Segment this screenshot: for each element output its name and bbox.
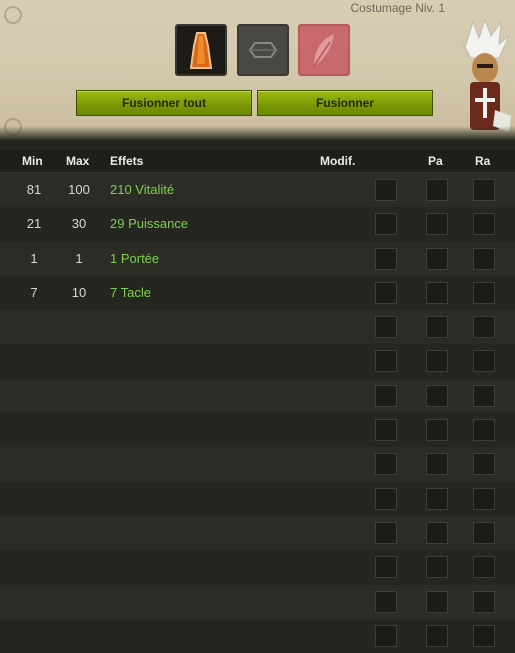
effect-row	[0, 515, 515, 551]
effect-row	[0, 344, 515, 379]
column-min: Min	[22, 154, 43, 168]
effect-value: 7 Tacle	[110, 284, 151, 300]
ra-checkbox[interactable]	[473, 179, 495, 201]
modif-checkbox[interactable]	[375, 556, 397, 579]
pa-checkbox[interactable]	[426, 521, 448, 544]
ra-checkbox[interactable]	[473, 281, 495, 304]
modif-checkbox[interactable]	[375, 419, 397, 442]
rune-octagon-icon	[248, 42, 278, 58]
ra-checkbox[interactable]	[473, 453, 495, 476]
ra-checkbox[interactable]	[473, 590, 495, 613]
min-value: 1	[30, 250, 38, 266]
effects-table: Min Max Effets Modif. Pa Ra 81 100 210 Vit…	[0, 150, 515, 653]
effect-row	[0, 310, 515, 345]
effect-value: 210 Vitalité	[110, 182, 175, 197]
pa-checkbox[interactable]	[426, 487, 448, 510]
pa-checkbox[interactable]	[426, 281, 448, 304]
item-slot-cape[interactable]	[175, 24, 227, 76]
rune-slot-empty[interactable]	[237, 24, 289, 76]
pa-checkbox[interactable]	[426, 419, 448, 442]
modif-checkbox[interactable]	[375, 487, 397, 510]
column-ra: Ra	[475, 154, 491, 168]
effect-value: 29 Puissance	[110, 216, 189, 232]
crafting-header-panel: Costumage Niv. 1 Fusionner tout Fusionne…	[0, 0, 515, 140]
effect-row: 1 1 1 Portée	[0, 241, 515, 276]
ra-checkbox[interactable]	[473, 487, 495, 510]
ornament-corner-icon	[4, 118, 22, 136]
profession-title: Costumage Niv. 1	[350, 1, 445, 15]
effect-row	[0, 481, 515, 516]
ra-checkbox[interactable]	[473, 247, 495, 270]
modif-checkbox[interactable]	[375, 350, 397, 373]
modif-checkbox[interactable]	[375, 384, 397, 407]
modif-checkbox[interactable]	[375, 453, 397, 476]
pa-checkbox[interactable]	[426, 556, 448, 579]
ra-checkbox[interactable]	[473, 521, 495, 544]
effects-table-header: Min Max Effets Modif. Pa Ra	[0, 150, 515, 173]
min-value: 21	[26, 216, 42, 232]
pa-checkbox[interactable]	[426, 384, 448, 407]
max-value: 100	[68, 182, 90, 197]
feather-icon	[313, 34, 334, 67]
pa-checkbox[interactable]	[426, 247, 448, 270]
ra-checkbox[interactable]	[473, 316, 495, 339]
effect-row: 81 100 210 Vitalité	[0, 173, 515, 208]
effect-row	[0, 550, 515, 585]
modif-checkbox[interactable]	[375, 213, 397, 236]
modif-checkbox[interactable]	[375, 247, 397, 270]
effect-row	[0, 447, 515, 482]
max-value: 30	[71, 216, 87, 232]
character-avatar	[460, 18, 511, 132]
modif-checkbox[interactable]	[375, 521, 397, 544]
effect-row	[0, 584, 515, 619]
pa-checkbox[interactable]	[426, 350, 448, 373]
column-effects: Effets	[110, 154, 144, 168]
effect-row	[0, 413, 515, 448]
column-max: Max	[66, 154, 90, 168]
ornament-corner-icon	[4, 6, 22, 24]
pa-checkbox[interactable]	[426, 590, 448, 613]
modif-checkbox[interactable]	[375, 281, 397, 304]
min-value: 81	[26, 182, 42, 197]
modif-checkbox[interactable]	[375, 590, 397, 613]
merge-button[interactable]: Fusionner	[257, 90, 433, 116]
effect-value: 1 Portée	[110, 250, 160, 266]
ra-checkbox[interactable]	[473, 213, 495, 236]
min-value: 7	[30, 284, 38, 300]
effect-row: 21 30 29 Puissance	[0, 207, 515, 242]
effect-row: 7 10 7 Tacle	[0, 275, 515, 311]
effect-row	[0, 378, 515, 414]
modif-checkbox[interactable]	[375, 179, 397, 201]
effects-table-body: 81 100 210 Vitalité 21 30 29 Puissance 1 1 1 P…	[0, 173, 515, 653]
ra-checkbox[interactable]	[473, 419, 495, 442]
pa-checkbox[interactable]	[426, 179, 448, 201]
ra-checkbox[interactable]	[473, 350, 495, 373]
pa-checkbox[interactable]	[426, 316, 448, 339]
pa-checkbox[interactable]	[426, 453, 448, 476]
ra-checkbox[interactable]	[473, 384, 495, 407]
merge-all-button[interactable]: Fusionner tout	[76, 90, 252, 116]
max-value: 1	[75, 250, 83, 266]
column-modif: Modif.	[320, 154, 356, 168]
pa-checkbox[interactable]	[426, 213, 448, 236]
max-value: 10	[71, 284, 87, 300]
ra-checkbox[interactable]	[473, 556, 495, 579]
modif-checkbox[interactable]	[375, 316, 397, 339]
column-pa: Pa	[428, 154, 443, 168]
cape-icon	[189, 32, 213, 69]
signature-slot[interactable]	[298, 24, 350, 76]
